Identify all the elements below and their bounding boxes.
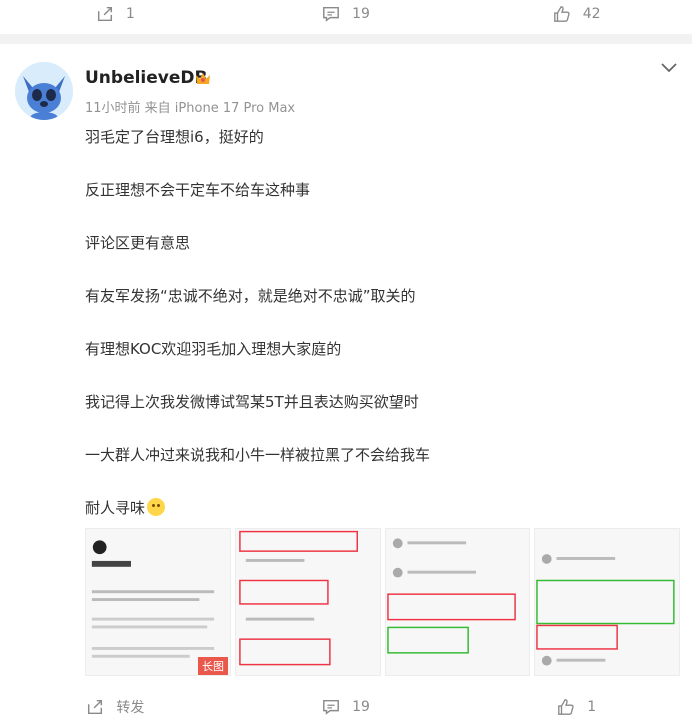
smile-emoji-icon [147,498,166,516]
comment-icon [323,6,340,22]
chevron-down-icon[interactable] [660,62,678,74]
post-text-line: 耐人寻味 [85,499,146,517]
avatar[interactable] [15,62,73,120]
long-image-badge: 长图 [198,657,228,675]
image-strip: 长图 [85,528,680,676]
share-count: 1 [125,6,135,22]
comment-icon [323,699,340,715]
post-text-line: 有理想KOC欢迎羽毛加入理想大家庭的 [85,340,342,358]
feed-divider [0,34,692,44]
like-count: 42 [582,6,601,22]
post-text-line: 有友军发扬“忠诚不绝对，就是绝对不忠诚”取关的 [85,287,416,305]
username[interactable]: UnbelieveDB [85,68,207,88]
comment-action[interactable]: 19 [231,690,462,724]
repost-action[interactable]: 转发 [0,690,231,724]
image-thumbnail[interactable] [534,528,680,676]
post-text-line: 羽毛定了台理想i6，挺好的 [85,128,264,146]
like-icon [558,699,574,715]
comment-count: 19 [352,6,370,22]
like-action[interactable]: 42 [461,0,692,28]
share-icon [88,699,103,715]
previous-post-actions: 1 19 42 [0,0,692,28]
post-actions: 转发 19 1 [0,690,692,724]
image-thumbnail[interactable] [384,528,531,676]
post-text-line: 评论区更有意思 [85,234,191,252]
like-action[interactable]: 1 [461,690,692,724]
post-text-line: 一大群人冲过来说我和小牛一样被拉黑了不会给我车 [85,446,431,464]
image-thumbnail[interactable]: 长图 [85,528,231,676]
post-text-line: 我记得上次我发微博试驾某5T并且表达购买欲望时 [85,393,419,411]
post-text-line-with-emoji: 耐人寻味 [85,497,166,518]
like-count: 1 [587,699,597,715]
comment-count: 19 [352,699,370,715]
image-thumbnail[interactable] [234,528,381,676]
post-text-line: 反正理想不会干定车不给车这种事 [85,181,311,199]
like-icon [553,6,570,22]
repost-label: 转发 [116,700,145,716]
share-icon [97,6,112,22]
comment-action[interactable]: 19 [231,0,462,28]
post-meta: 11小时前 来自 iPhone 17 Pro Max [85,101,296,116]
share-action[interactable]: 1 [0,0,231,28]
vip-crown-icon [196,73,210,84]
